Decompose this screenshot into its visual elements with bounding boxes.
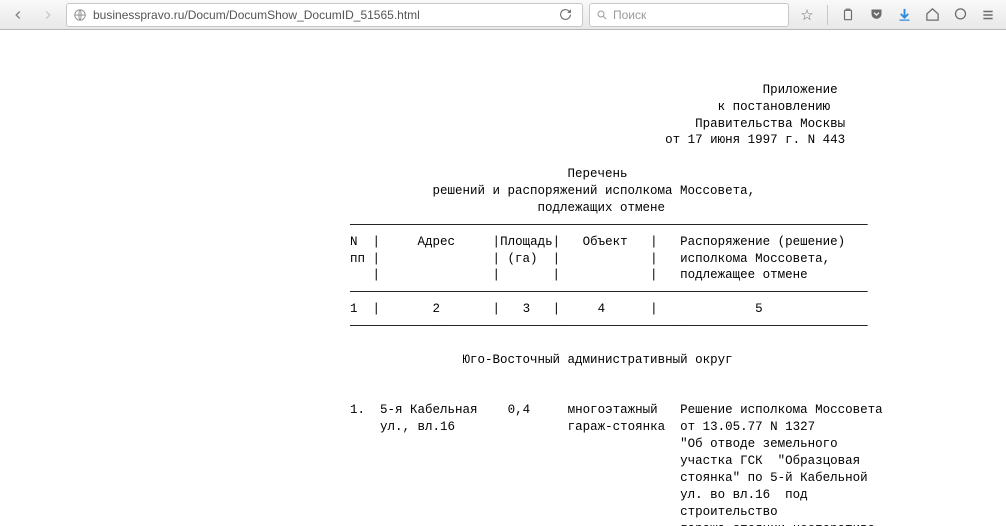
tn-c4: 4 <box>598 302 606 316</box>
r1-d7: строительство <box>680 505 778 519</box>
r1-addr1: 5-я Кабельная <box>380 403 478 417</box>
clipboard-icon[interactable] <box>840 7 856 23</box>
chat-icon[interactable] <box>952 7 968 23</box>
r1-d2: от 13.05.77 N 1327 <box>680 420 815 434</box>
th-c4: Объект <box>583 235 628 249</box>
search-icon <box>596 9 608 21</box>
title-l3: подлежащих отмене <box>538 201 666 215</box>
appendix-l4: от 17 июня 1997 г. N 443 <box>665 133 845 147</box>
r1-d3: "Об отводе земельного <box>680 437 838 451</box>
tn-c3: 3 <box>523 302 531 316</box>
tn-c2: 2 <box>433 302 441 316</box>
th-c5a: Распоряжение (решение) <box>680 235 845 249</box>
browser-toolbar: businesspravo.ru/Docum/DocumShow_DocumID… <box>0 0 1006 30</box>
star-icon[interactable]: ☆ <box>799 7 815 23</box>
r1-obj1: многоэтажный <box>568 403 658 417</box>
r1-area: 0,4 <box>508 403 531 417</box>
url-bar[interactable]: businesspravo.ru/Docum/DocumShow_DocumID… <box>66 3 583 27</box>
r1-addr2: ул., вл.16 <box>380 420 455 434</box>
r1-obj2: гараж-стоянка <box>568 420 666 434</box>
r1-d4: участка ГСК "Образцовая <box>680 454 860 468</box>
r1-d5: стоянка" по 5-й Кабельной <box>680 471 868 485</box>
menu-icon[interactable] <box>980 7 996 23</box>
r1-n: 1. <box>350 403 365 417</box>
th-c2: Адрес <box>418 235 456 249</box>
reload-button[interactable] <box>554 8 576 21</box>
pocket-icon[interactable] <box>868 7 884 23</box>
r1-d8: гаража-стоянки кооператива <box>680 522 875 526</box>
back-button[interactable] <box>6 3 30 27</box>
r1-d6: ул. во вл.16 под <box>680 488 808 502</box>
home-icon[interactable] <box>924 7 940 23</box>
th-c5c: подлежащее отмене <box>680 268 808 282</box>
title-l2: решений и распоряжений исполкома Моссове… <box>433 184 756 198</box>
globe-icon <box>73 8 87 22</box>
search-box[interactable]: Поиск <box>589 3 789 27</box>
appendix-l1: Приложение <box>763 83 838 97</box>
title-l1: Перечень <box>568 167 628 181</box>
tn-c5: 5 <box>755 302 763 316</box>
appendix-l3: Правительства Москвы <box>695 117 845 131</box>
r1-d1: Решение исполкома Моссовета <box>680 403 883 417</box>
search-placeholder: Поиск <box>613 8 646 22</box>
document-body: Приложение к постановлению Правительства… <box>350 65 1006 526</box>
toolbar-icons: ☆ <box>795 5 1000 25</box>
url-text: businesspravo.ru/Docum/DocumShow_DocumID… <box>93 8 420 22</box>
th-c1b: пп <box>350 252 365 266</box>
forward-button[interactable] <box>36 3 60 27</box>
th-c5b: исполкома Моссовета, <box>680 252 830 266</box>
appendix-l2: к постановлению <box>718 100 831 114</box>
section-heading: Юго-Восточный административный округ <box>463 353 733 367</box>
download-icon[interactable] <box>896 7 912 23</box>
page-content: Приложение к постановлению Правительства… <box>0 30 1006 526</box>
th-c3b: (га) <box>508 252 538 266</box>
th-c1a: N <box>350 235 358 249</box>
tn-c1: 1 <box>350 302 358 316</box>
th-c3a: Площадь <box>500 235 553 249</box>
